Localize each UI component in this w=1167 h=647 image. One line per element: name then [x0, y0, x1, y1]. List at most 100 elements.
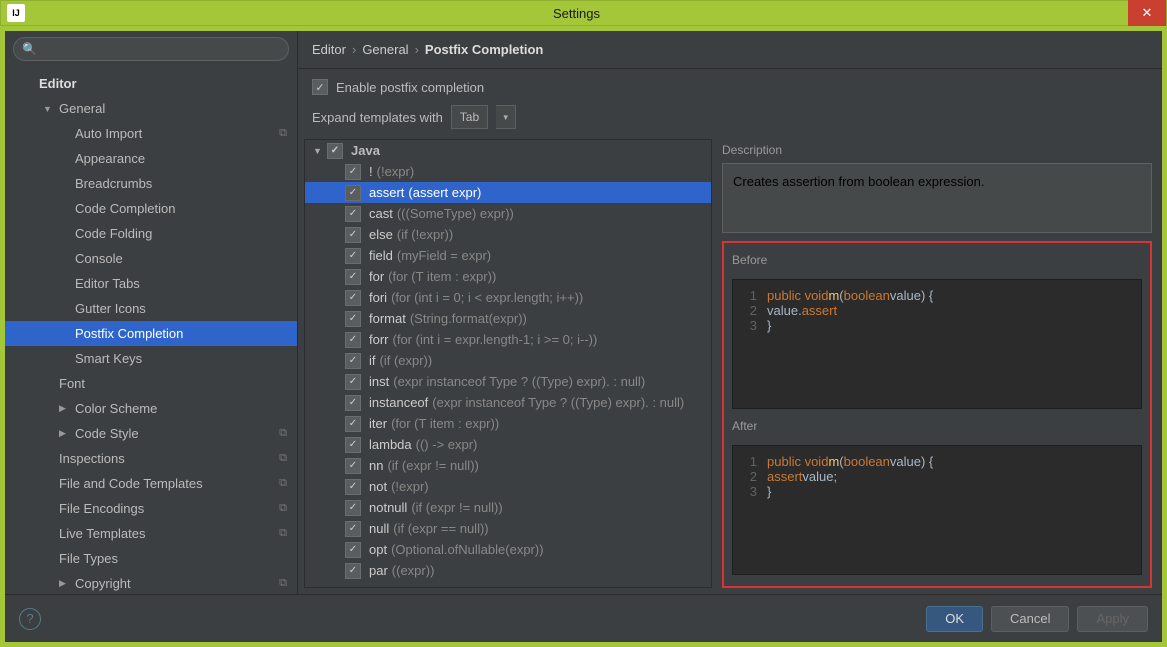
- sidebar-item-code-folding[interactable]: Code Folding: [5, 221, 297, 246]
- expand-key-dropdown[interactable]: Tab: [451, 105, 488, 129]
- template-item-par[interactable]: ✓par ((expr)): [305, 560, 711, 581]
- template-key: notnull: [369, 500, 407, 515]
- tree-arrow-icon: ▶: [59, 578, 71, 589]
- template-key: else: [369, 227, 393, 242]
- template-checkbox[interactable]: ✓: [345, 521, 361, 537]
- template-checkbox[interactable]: ✓: [345, 353, 361, 369]
- breadcrumb-1[interactable]: General: [362, 42, 408, 57]
- template-checkbox[interactable]: ✓: [345, 416, 361, 432]
- template-item-lambda[interactable]: ✓lambda (() -> expr): [305, 434, 711, 455]
- template-item-for[interactable]: ✓for (for (T item : expr)): [305, 266, 711, 287]
- template-item-assert[interactable]: ✓assert (assert expr): [305, 182, 711, 203]
- sidebar-item-file-encodings[interactable]: File Encodings⧉: [5, 496, 297, 521]
- template-item-fori[interactable]: ✓fori (for (int i = 0; i < expr.length; …: [305, 287, 711, 308]
- template-checkbox[interactable]: ✓: [345, 290, 361, 306]
- template-checkbox[interactable]: ✓: [345, 458, 361, 474]
- template-checkbox[interactable]: ✓: [345, 206, 361, 222]
- template-item-field[interactable]: ✓field (myField = expr): [305, 245, 711, 266]
- template-item-else[interactable]: ✓else (if (!expr)): [305, 224, 711, 245]
- template-item-opt[interactable]: ✓opt (Optional.ofNullable(expr)): [305, 539, 711, 560]
- expand-key-dropdown-button[interactable]: ▼: [496, 105, 516, 129]
- sidebar-item-auto-import[interactable]: Auto Import ⧉: [5, 121, 297, 146]
- template-item-iter[interactable]: ✓iter (for (T item : expr)): [305, 413, 711, 434]
- sidebar-item-label: Auto Import: [75, 126, 142, 141]
- sidebar-item-label: Live Templates: [59, 526, 145, 541]
- sidebar-item-color-scheme[interactable]: ▶Color Scheme: [5, 396, 297, 421]
- settings-tree[interactable]: Editor ▼General Auto Import ⧉ Appearance Bre…: [5, 67, 297, 594]
- sidebar-item-console[interactable]: Console: [5, 246, 297, 271]
- enable-postfix-label: Enable postfix completion: [336, 80, 484, 95]
- scope-icon: ⧉: [279, 127, 287, 140]
- sidebar-item-file-types[interactable]: File Types: [5, 546, 297, 571]
- sidebar-item-code-completion[interactable]: Code Completion: [5, 196, 297, 221]
- template-checkbox[interactable]: ✓: [345, 332, 361, 348]
- template-checkbox[interactable]: ✓: [345, 563, 361, 579]
- sidebar-item-postfix-completion[interactable]: Postfix Completion: [5, 321, 297, 346]
- template-checkbox[interactable]: ✓: [345, 185, 361, 201]
- template-hint: (if (expr == null)): [393, 521, 488, 536]
- template-item-null[interactable]: ✓null (if (expr == null)): [305, 518, 711, 539]
- before-label: Before: [732, 249, 1142, 273]
- cancel-button[interactable]: Cancel: [991, 606, 1069, 632]
- template-hint: (for (int i = expr.length-1; i >= 0; i--…: [393, 332, 598, 347]
- template-checkbox[interactable]: ✓: [345, 248, 361, 264]
- sidebar-item-code-style[interactable]: ▶Code Style⧉: [5, 421, 297, 446]
- tree-header-editor[interactable]: Editor: [5, 71, 297, 96]
- close-button[interactable]: ✕: [1128, 0, 1166, 26]
- template-list[interactable]: ▼ ✓ Java ✓! (!expr)✓assert (assert expr)…: [304, 139, 712, 588]
- template-group-java[interactable]: ▼ ✓ Java: [305, 140, 711, 161]
- sidebar-item-copyright[interactable]: ▶Copyright⧉: [5, 571, 297, 594]
- template-item-nn[interactable]: ✓nn (if (expr != null)): [305, 455, 711, 476]
- template-hint: ((expr)): [392, 563, 435, 578]
- scope-icon: ⧉: [279, 427, 287, 440]
- template-checkbox[interactable]: ✓: [345, 500, 361, 516]
- description-box: Creates assertion from boolean expressio…: [722, 163, 1152, 233]
- breadcrumb: Editor › General › Postfix Completion: [298, 31, 1162, 69]
- sidebar-item-appearance[interactable]: Appearance: [5, 146, 297, 171]
- group-checkbox[interactable]: ✓: [327, 143, 343, 159]
- sidebar-item-label: Appearance: [75, 151, 145, 166]
- template-checkbox[interactable]: ✓: [345, 479, 361, 495]
- help-button[interactable]: ?: [19, 608, 41, 630]
- enable-postfix-checkbox[interactable]: ✓: [312, 79, 328, 95]
- template-item-format[interactable]: ✓format (String.format(expr)): [305, 308, 711, 329]
- title-bar: IJ Settings ✕: [0, 0, 1167, 26]
- dialog-footer: ? OK Cancel Apply: [5, 594, 1162, 642]
- sidebar-item-general[interactable]: ▼General: [5, 96, 297, 121]
- template-checkbox[interactable]: ✓: [345, 164, 361, 180]
- sidebar-item-inspections[interactable]: Inspections⧉: [5, 446, 297, 471]
- sidebar-item-live-templates[interactable]: Live Templates⧉: [5, 521, 297, 546]
- sidebar-item-label: Console: [75, 251, 123, 266]
- sidebar-item-smart-keys[interactable]: Smart Keys: [5, 346, 297, 371]
- sidebar-item-editor-tabs[interactable]: Editor Tabs: [5, 271, 297, 296]
- template-item-forr[interactable]: ✓forr (for (int i = expr.length-1; i >= …: [305, 329, 711, 350]
- template-item-cast[interactable]: ✓cast (((SomeType) expr)): [305, 203, 711, 224]
- template-checkbox[interactable]: ✓: [345, 542, 361, 558]
- template-item-x[interactable]: ✓! (!expr): [305, 161, 711, 182]
- search-icon: 🔍: [22, 42, 37, 56]
- template-checkbox[interactable]: ✓: [345, 395, 361, 411]
- sidebar-item-gutter-icons[interactable]: Gutter Icons: [5, 296, 297, 321]
- tree-arrow-icon: ▼: [43, 104, 55, 114]
- template-checkbox[interactable]: ✓: [345, 374, 361, 390]
- template-item-notnull[interactable]: ✓notnull (if (expr != null)): [305, 497, 711, 518]
- template-key: field: [369, 248, 393, 263]
- template-hint: (expr instanceof Type ? ((Type) expr). :…: [393, 374, 645, 389]
- template-checkbox[interactable]: ✓: [345, 437, 361, 453]
- template-item-instanceof[interactable]: ✓instanceof (expr instanceof Type ? ((Ty…: [305, 392, 711, 413]
- template-checkbox[interactable]: ✓: [345, 269, 361, 285]
- template-hint: (!expr): [377, 164, 415, 179]
- template-item-if[interactable]: ✓if (if (expr)): [305, 350, 711, 371]
- search-input[interactable]: [13, 37, 289, 61]
- template-item-not[interactable]: ✓not (!expr): [305, 476, 711, 497]
- template-checkbox[interactable]: ✓: [345, 227, 361, 243]
- template-item-inst[interactable]: ✓inst (expr instanceof Type ? ((Type) ex…: [305, 371, 711, 392]
- sidebar-item-font[interactable]: Font: [5, 371, 297, 396]
- breadcrumb-0[interactable]: Editor: [312, 42, 346, 57]
- template-checkbox[interactable]: ✓: [345, 311, 361, 327]
- ok-button[interactable]: OK: [926, 606, 983, 632]
- template-group-label: Java: [351, 143, 380, 158]
- sidebar-item-file-and-code-templates[interactable]: File and Code Templates⧉: [5, 471, 297, 496]
- apply-button[interactable]: Apply: [1077, 606, 1148, 632]
- sidebar-item-breadcrumbs[interactable]: Breadcrumbs: [5, 171, 297, 196]
